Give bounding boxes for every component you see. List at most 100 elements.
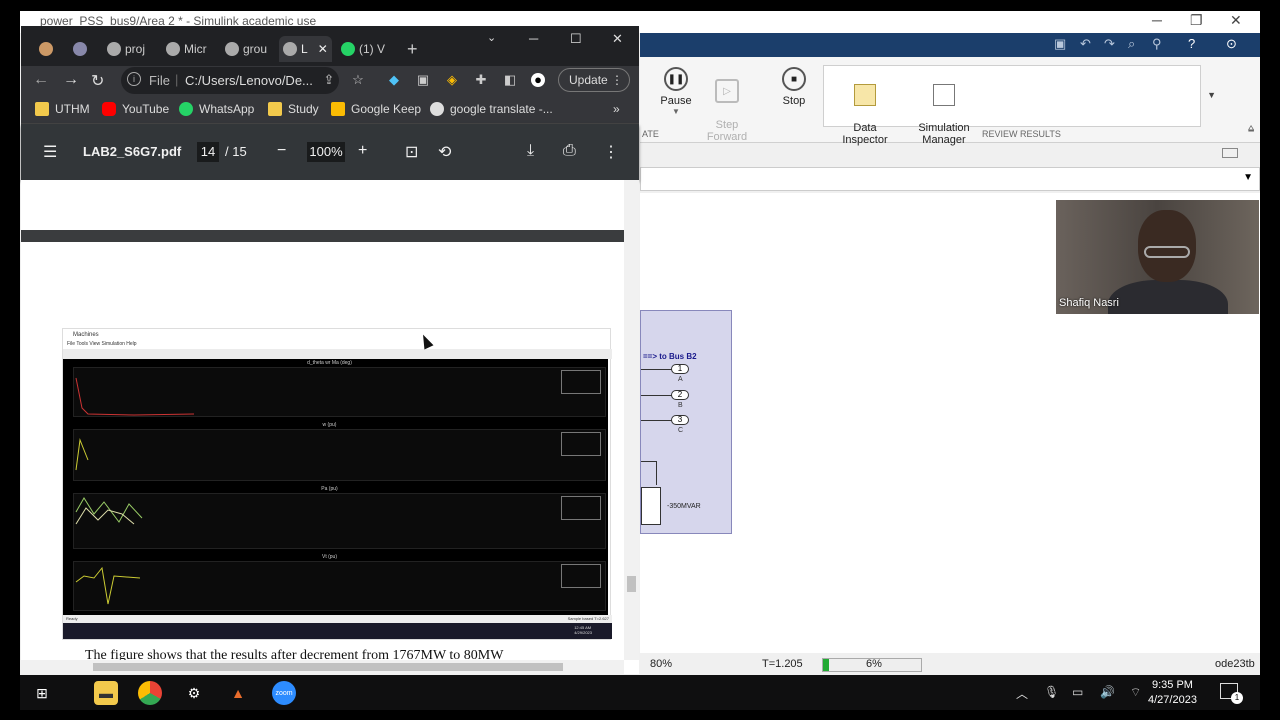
download-icon[interactable]: ⤓ xyxy=(527,142,534,160)
hide-panel-icon[interactable] xyxy=(1222,148,1238,158)
desktop: power_PSS_bus9/Area 2 * - Simulink acade… xyxy=(0,0,1280,720)
bookmark-google-translate[interactable]: google translate -... xyxy=(430,102,553,116)
bus-subsystem-block[interactable]: ==> to Bus B2 1 A 2 B 3 C -350MVAR xyxy=(640,310,732,534)
bookmark-youtube[interactable]: YouTube xyxy=(102,102,169,116)
save-icon[interactable]: ▣ xyxy=(1054,36,1066,52)
vertical-scrollbar[interactable] xyxy=(624,180,639,660)
undo-icon[interactable]: ↶ xyxy=(1080,36,1091,52)
page-number-input[interactable]: 14 xyxy=(197,142,219,162)
pause-button[interactable]: ❚❚ Pause ▼ xyxy=(656,67,696,116)
info-icon[interactable]: i xyxy=(127,72,141,86)
maximize-icon[interactable]: ☐ xyxy=(570,31,582,47)
file-explorer-icon[interactable]: ▬ xyxy=(94,681,118,705)
tab-whatsapp[interactable]: (1) V xyxy=(341,36,385,62)
horizontal-scrollbar[interactable] xyxy=(21,660,624,674)
show-hidden-icons[interactable]: ︿ xyxy=(1016,685,1028,702)
step-forward-button[interactable]: ▷ Step Forward xyxy=(706,67,748,143)
help-icon[interactable]: ? xyxy=(1188,36,1195,51)
forward-icon[interactable]: → xyxy=(63,71,79,89)
tab-micr[interactable]: Micr xyxy=(166,36,207,62)
tab-proj[interactable]: proj xyxy=(107,36,145,62)
close-icon[interactable]: ✕ xyxy=(612,31,623,47)
data-inspector-button[interactable]: Data Inspector xyxy=(834,72,896,146)
tab-label: Micr xyxy=(184,42,207,56)
tab-extension[interactable] xyxy=(39,36,53,62)
minimize-icon[interactable]: ─ xyxy=(1152,12,1162,28)
reload-icon[interactable]: ↻ xyxy=(91,71,104,91)
stop-button[interactable]: ■ Stop xyxy=(774,67,814,107)
wifi-icon[interactable]: ⌔ xyxy=(1130,685,1141,700)
zoom-icon[interactable]: ⚲ xyxy=(1152,36,1162,52)
extension-icon[interactable]: ◈ xyxy=(445,73,459,87)
more-bookmarks-icon[interactable]: » xyxy=(613,102,620,116)
tab-search-icon[interactable]: ⌄ xyxy=(487,31,496,44)
windows-taskbar: ⊞ ▬ ⚙ ▲ zoom ︿ 🎙 ▭ 🔊 ⌔ 9:35 PM 4/27/2023… xyxy=(20,675,1260,710)
bookmark-google-keep[interactable]: Google Keep xyxy=(331,102,421,116)
matlab-icon[interactable]: ▲ xyxy=(226,681,250,705)
profile-icon[interactable]: ● xyxy=(531,73,545,87)
sidebar-menu-icon[interactable]: ☰ xyxy=(43,142,57,162)
redo-icon[interactable]: ↷ xyxy=(1104,36,1115,52)
restore-icon[interactable]: ❐ xyxy=(1190,12,1203,29)
battery-icon[interactable]: ▭ xyxy=(1072,685,1083,699)
minimize-ribbon-icon[interactable]: ⩠ xyxy=(1248,123,1254,134)
more-options-icon[interactable]: ⋮ xyxy=(603,142,619,162)
share-icon[interactable]: ⇪ xyxy=(322,73,336,87)
system-clock[interactable]: 9:35 PM 4/27/2023 xyxy=(1148,678,1197,708)
bookmark-whatsapp[interactable]: WhatsApp xyxy=(179,102,254,116)
menu-icon[interactable]: ⋮ xyxy=(611,69,623,91)
find-icon[interactable]: ⌕ xyxy=(1128,36,1135,52)
volume-icon[interactable]: 🔊 xyxy=(1100,685,1115,699)
address-bar[interactable]: i File | C:/Users/Lenovo/De... xyxy=(121,67,339,94)
panel-title: w (pu) xyxy=(322,422,337,428)
zoom-in-icon[interactable]: + xyxy=(358,142,367,160)
capacitor-label: -350MVAR xyxy=(667,503,701,510)
fit-page-icon[interactable]: ⊡ xyxy=(405,142,418,162)
tab-grou[interactable]: grou xyxy=(225,36,267,62)
zoom-out-icon[interactable]: − xyxy=(277,142,286,160)
tab-active[interactable]: L ✕ xyxy=(279,36,332,62)
new-tab-button[interactable]: + xyxy=(407,36,418,62)
tab-eye[interactable] xyxy=(73,36,87,62)
port-1[interactable]: 1 xyxy=(671,364,689,374)
bookmark-label: WhatsApp xyxy=(199,102,255,116)
minimize-icon[interactable]: ─ xyxy=(529,31,538,46)
side-panel-icon[interactable]: ◧ xyxy=(503,73,517,87)
port-2[interactable]: 2 xyxy=(671,390,689,400)
extension-icon[interactable]: ◆ xyxy=(387,73,401,87)
zoom-input[interactable]: 100% xyxy=(307,142,345,162)
settings-icon[interactable]: ⚙ xyxy=(182,681,206,705)
back-icon[interactable]: ← xyxy=(33,71,49,89)
globe-icon xyxy=(107,42,121,56)
scroll-thumb[interactable] xyxy=(627,576,636,592)
scope-status-right: Sample based T=2.627 xyxy=(567,616,609,621)
simulation-manager-button[interactable]: Simulation Manager xyxy=(906,72,982,146)
pause-label: Pause xyxy=(660,95,692,107)
bookmark-uthm[interactable]: UTHM xyxy=(35,102,90,116)
puzzle-icon[interactable]: ✚ xyxy=(474,73,488,87)
close-icon[interactable]: ✕ xyxy=(1230,12,1242,29)
zoom-app-icon[interactable]: zoom xyxy=(272,681,296,705)
whatsapp-icon xyxy=(341,42,355,56)
bookmark-study[interactable]: Study xyxy=(268,102,319,116)
bookmark-star-icon[interactable]: ☆ xyxy=(351,73,365,87)
clock-date: 4/27/2023 xyxy=(1148,694,1197,706)
start-icon[interactable]: ⊞ xyxy=(30,681,54,705)
extension-icon[interactable]: ▣ xyxy=(416,73,430,87)
ribbon-overflow-icon[interactable]: ▼ xyxy=(1207,90,1216,100)
collapse-ribbon-icon[interactable]: ⊙ xyxy=(1226,36,1237,52)
scroll-thumb[interactable] xyxy=(93,663,563,671)
print-icon[interactable]: ⎙ xyxy=(563,142,576,160)
port-3[interactable]: 3 xyxy=(671,415,689,425)
update-button[interactable]: Update ⋮ xyxy=(558,68,630,92)
chrome-icon[interactable] xyxy=(138,681,162,705)
microphone-icon[interactable]: 🎙 xyxy=(1044,685,1059,699)
notification-icon[interactable]: 1 xyxy=(1220,683,1243,704)
model-browser-bar[interactable]: ▼ xyxy=(640,167,1260,191)
rotate-icon[interactable]: ⟲ xyxy=(438,142,451,162)
simulink-status-bar: 80% T=1.205 6% ode23tb xyxy=(640,655,1260,675)
close-tab-icon[interactable]: ✕ xyxy=(318,42,328,56)
pdf-document-area[interactable]: Machines File Tools View Simulation Help… xyxy=(21,180,639,674)
dropdown-icon[interactable]: ▼ xyxy=(1243,172,1253,183)
capacitor-block[interactable] xyxy=(641,487,661,525)
